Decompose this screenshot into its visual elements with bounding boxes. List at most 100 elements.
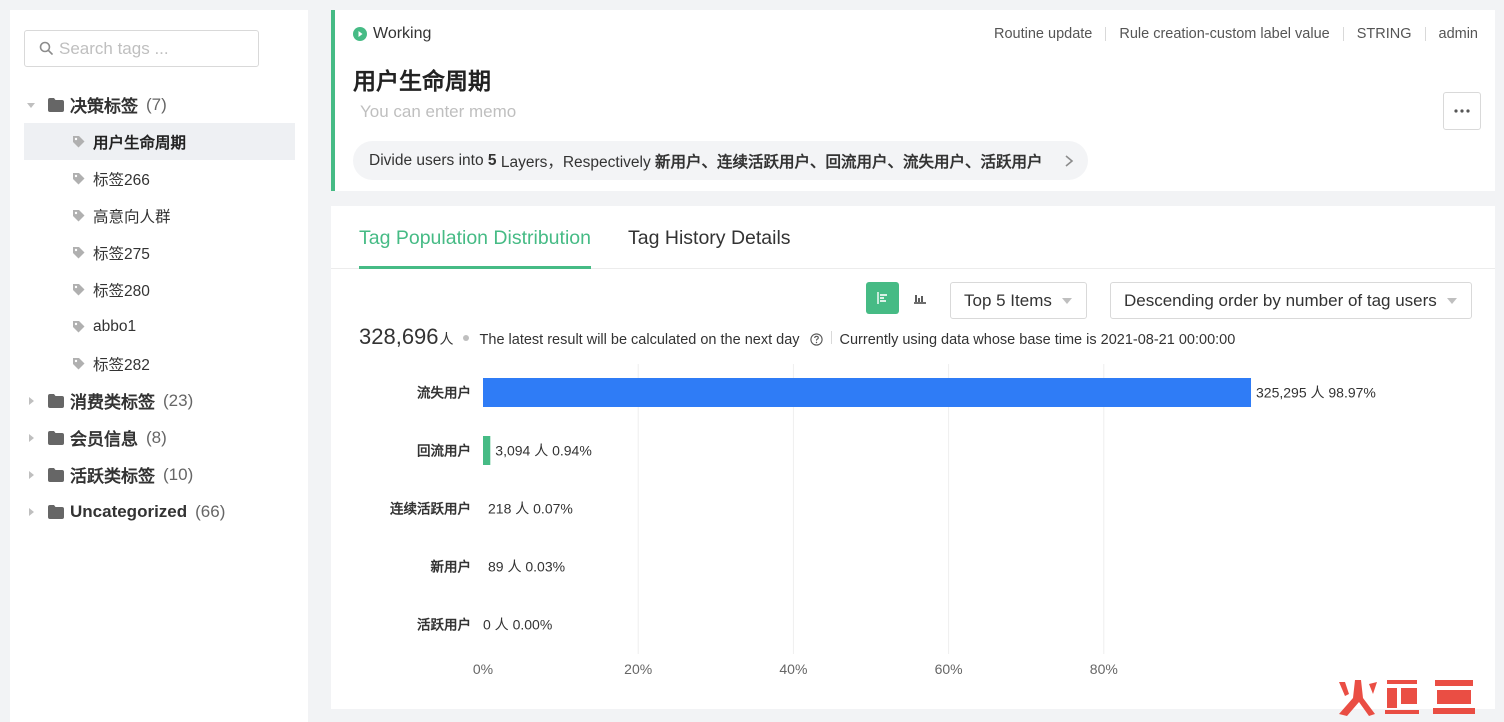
tag-item-name: 标签275	[93, 245, 150, 263]
bar-value-label: 218 人 0.07%	[488, 501, 573, 517]
horizontal-bar-view-button[interactable]	[866, 282, 899, 314]
search-box[interactable]	[24, 30, 259, 67]
more-actions-button[interactable]	[1443, 92, 1481, 130]
x-tick-label: 40%	[779, 661, 807, 677]
category-label: 连续活跃用户	[390, 501, 471, 517]
total-users: 328,696	[359, 324, 439, 349]
tag-header-card: Working Routine update Rule creation-cus…	[331, 10, 1495, 191]
tag-item[interactable]: 标签275	[24, 234, 295, 271]
search-input[interactable]	[59, 31, 254, 66]
tag-group-count: (8)	[146, 427, 167, 447]
bar-value-label: 0 人 0.00%	[483, 617, 552, 633]
horizontal-bar-chart-icon	[876, 292, 887, 304]
tag-icon	[73, 173, 85, 185]
folder-icon	[48, 430, 64, 445]
tag-meta: Routine update Rule creation-custom labe…	[994, 26, 1478, 42]
tag-item-name: 标签282	[93, 356, 150, 374]
tag-group-2[interactable]: 会员信息 (8)	[24, 419, 296, 456]
x-tick-label: 60%	[935, 661, 963, 677]
help-icon[interactable]	[809, 333, 823, 346]
bar	[483, 378, 1252, 407]
tag-icon	[73, 247, 85, 259]
vertical-bar-chart-icon	[913, 295, 926, 304]
tag-group-name: 活跃类标签	[70, 467, 155, 486]
divider	[1342, 27, 1344, 41]
tag-group-name: 消费类标签	[70, 393, 155, 412]
divider	[1105, 27, 1107, 41]
x-tick-label: 20%	[624, 661, 652, 677]
memo-field[interactable]: You can enter memo	[360, 102, 516, 122]
vertical-bar-view-button[interactable]	[903, 282, 936, 314]
bar-value-label: 89 人 0.03%	[488, 559, 565, 575]
base-time-note: Currently using data whose base time is …	[839, 332, 1236, 348]
summary-line: 328,696 人 The latest result will be calc…	[359, 324, 1235, 350]
tag-item[interactable]: 用户生命周期	[24, 123, 295, 160]
status-text: Working	[373, 25, 432, 42]
chevron-right-icon	[1065, 155, 1074, 167]
tag-icon	[73, 358, 85, 370]
caret-right-icon	[29, 433, 34, 442]
active-tab-indicator	[359, 266, 591, 269]
folder-icon	[48, 97, 64, 112]
distribution-card: Tag Population Distribution Tag History …	[331, 206, 1495, 709]
tag-group-1[interactable]: 消费类标签 (23)	[24, 382, 296, 419]
status-indicator: Working	[353, 25, 431, 43]
desc-count: 5	[487, 151, 497, 169]
ellipsis-icon	[1454, 109, 1470, 113]
x-tick-label: 0%	[473, 661, 493, 677]
folder-icon	[48, 467, 64, 482]
tag-item-name: abbo1	[93, 317, 137, 335]
caret-right-icon	[29, 396, 34, 405]
tag-group-4[interactable]: Uncategorized (66)	[24, 493, 296, 530]
calculation-note: The latest result will be calculated on …	[479, 332, 800, 348]
tag-item[interactable]: abbo1	[24, 308, 295, 345]
desc-layers: 新用户、连续活跃用户、回流用户、流失用户、活跃用户	[655, 153, 1043, 171]
tab-history-details[interactable]: Tag History Details	[628, 227, 791, 250]
top-items-value: Top 5 Items	[964, 290, 1052, 310]
tag-group-name: 会员信息	[70, 430, 138, 449]
tag-item-name: 标签266	[93, 171, 150, 189]
total-users-unit: 人	[439, 331, 454, 347]
tag-item[interactable]: 高意向人群	[24, 197, 295, 234]
folder-icon	[48, 393, 64, 408]
tag-group-name: 决策标签	[70, 97, 138, 116]
caret-right-icon	[29, 507, 34, 516]
sort-order-value: Descending order by number of tag users	[1124, 290, 1437, 310]
folder-icon	[48, 504, 64, 519]
tag-sidebar: 决策标签 (7) 用户生命周期标签266 高意向人群标签275 标签280 abbo1 标签…	[10, 10, 308, 722]
tab-bar: Tag Population Distribution Tag History …	[331, 206, 1495, 269]
tag-item[interactable]: 标签266	[24, 160, 295, 197]
bar	[483, 436, 491, 465]
sort-order-select[interactable]: Descending order by number of tag users	[1110, 282, 1472, 319]
category-label: 回流用户	[417, 443, 471, 459]
x-tick-label: 80%	[1090, 661, 1118, 677]
caret-right-icon	[29, 470, 34, 479]
meta-owner: admin	[1438, 26, 1479, 42]
watermark-logo	[1339, 680, 1475, 716]
divider	[830, 331, 832, 344]
desc-mid: Layers，Respectively	[500, 153, 651, 171]
tag-item[interactable]: 标签282	[24, 345, 295, 382]
tag-group-count: (66)	[195, 501, 226, 521]
tab-population-distribution[interactable]: Tag Population Distribution	[359, 227, 591, 250]
tag-item-name: 标签280	[93, 282, 150, 300]
layer-description[interactable]: Divide users into 5 Layers，Respectively …	[353, 141, 1088, 180]
tag-item-name: 用户生命周期	[93, 134, 187, 152]
page-title: 用户生命周期	[353, 68, 491, 94]
bar-value-label: 325,295 人 98.97%	[1256, 385, 1376, 401]
tag-item-name: 高意向人群	[93, 208, 171, 226]
meta-value-type: STRING	[1356, 26, 1412, 42]
tag-group-3[interactable]: 活跃类标签 (10)	[24, 456, 296, 493]
tag-group-name: Uncategorized	[70, 501, 188, 521]
top-items-select[interactable]: Top 5 Items	[950, 282, 1087, 319]
search-icon	[39, 41, 53, 55]
meta-update-type: Routine update	[994, 26, 1093, 42]
divider	[1424, 27, 1426, 41]
bar-value-label: 3,094 人 0.94%	[495, 443, 592, 459]
caret-down-icon	[27, 102, 35, 108]
tag-item[interactable]: 标签280	[24, 271, 295, 308]
caret-down-icon	[1447, 298, 1457, 304]
tag-group-0[interactable]: 决策标签 (7)	[24, 86, 296, 123]
tag-icon	[73, 321, 85, 333]
category-label: 活跃用户	[417, 617, 471, 633]
